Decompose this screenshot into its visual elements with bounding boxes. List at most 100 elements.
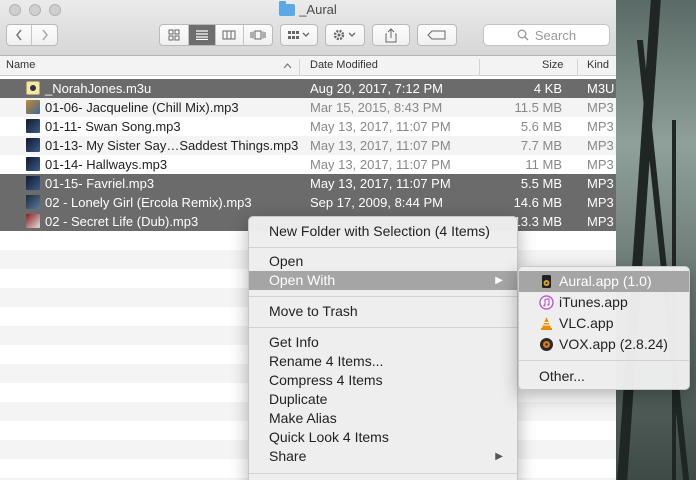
app-label: Aural.app (1.0) (559, 273, 652, 289)
menu-separator (249, 247, 517, 248)
file-date: May 13, 2017, 11:07 PM (310, 119, 451, 134)
open-with-itunes[interactable]: iTunes.app (519, 292, 689, 313)
file-row-norahjones[interactable]: _NorahJones.m3u Aug 20, 2017, 7:12 PM 4 … (0, 79, 616, 98)
column-size[interactable]: Size (542, 59, 563, 71)
share-icon (385, 27, 397, 42)
action-button[interactable] (325, 24, 365, 46)
file-size: 7.7 MB (520, 138, 562, 153)
aural-app-icon (542, 275, 551, 288)
file-date: May 13, 2017, 11:07 PM (310, 176, 451, 191)
icon-view-button[interactable] (160, 25, 189, 45)
app-label: VOX.app (2.8.24) (559, 336, 668, 352)
menu-item-get-info[interactable]: Get Info (249, 333, 517, 352)
file-size: 13.3 MB (513, 214, 562, 229)
file-size: 5.6 MB (520, 119, 562, 134)
menu-item-compress[interactable]: Compress 4 Items (249, 371, 517, 390)
menu-separator (249, 296, 517, 297)
window-title: _Aural (0, 0, 616, 17)
context-menu: New Folder with Selection (4 Items) Open… (248, 216, 518, 480)
search-icon (517, 29, 529, 41)
menu-item-move-to-trash[interactable]: Move to Trash (249, 302, 517, 321)
menu-item-share[interactable]: Share ▶ (249, 447, 517, 466)
menu-separator (249, 473, 517, 474)
chevron-left-icon (16, 29, 22, 41)
open-with-vox[interactable]: VOX.app (2.8.24) (519, 334, 689, 355)
gear-icon (333, 29, 356, 41)
open-with-other[interactable]: Other... (519, 366, 689, 387)
file-date: May 13, 2017, 11:07 PM (310, 138, 451, 153)
file-row-my-sister-says[interactable]: 01-13- My Sister Say…Saddest Things.mp3 … (0, 136, 616, 155)
file-kind: MP3 (587, 214, 614, 229)
submenu-arrow-icon: ▶ (495, 451, 503, 462)
arrange-icon (288, 31, 310, 39)
window-title-text: _Aural (299, 2, 337, 17)
file-date: May 13, 2017, 11:07 PM (310, 157, 451, 172)
menu-item-open-with[interactable]: Open With ▶ (249, 271, 517, 290)
column-view-icon (222, 30, 236, 40)
folder-icon (279, 0, 296, 16)
file-row-lonely-girl[interactable]: 02 - Lonely Girl (Ercola Remix).mp3 Sep … (0, 193, 616, 212)
tags-button[interactable] (417, 24, 457, 46)
open-with-aural[interactable]: Aural.app (1.0) (519, 271, 689, 292)
column-name[interactable]: Name (6, 59, 35, 71)
nav-buttons (6, 24, 58, 46)
album-art-icon (26, 100, 40, 114)
search-field[interactable]: Search (483, 24, 610, 46)
tag-icon (427, 30, 446, 40)
file-name: 01-11- Swan Song.mp3 (45, 119, 181, 134)
back-button[interactable] (7, 25, 33, 45)
desktop-background (612, 0, 696, 480)
itunes-app-icon (539, 295, 554, 310)
column-date[interactable]: Date Modified (310, 59, 378, 71)
share-button[interactable] (372, 24, 410, 46)
file-kind: MP3 (587, 195, 614, 210)
file-name: 01-15- Favriel.mp3 (45, 176, 155, 191)
file-date: Sep 17, 2009, 8:44 PM (310, 195, 443, 210)
view-switcher (159, 24, 273, 46)
forward-button[interactable] (32, 25, 57, 45)
submenu-arrow-icon: ▶ (495, 275, 503, 286)
open-with-vlc[interactable]: VLC.app (519, 313, 689, 334)
menu-item-quick-look[interactable]: Quick Look 4 Items (249, 428, 517, 447)
cover-flow-button[interactable] (244, 25, 272, 45)
album-art-icon (26, 195, 40, 209)
menu-separator (519, 360, 689, 361)
file-row-swan-song[interactable]: 01-11- Swan Song.mp3 May 13, 2017, 11:07… (0, 117, 616, 136)
menu-item-make-alias[interactable]: Make Alias (249, 409, 517, 428)
menu-item-open-with-label: Open With (269, 272, 336, 288)
arrange-button[interactable] (280, 24, 318, 46)
file-size: 11.5 MB (514, 100, 562, 115)
file-kind: MP3 (587, 138, 614, 153)
sort-chevron-icon (283, 63, 292, 69)
file-size: 5.5 MB (520, 176, 562, 191)
column-divider (299, 59, 300, 75)
column-divider (577, 59, 578, 75)
menu-item-duplicate[interactable]: Duplicate (249, 390, 517, 409)
file-kind: MP3 (587, 157, 614, 172)
file-name: 01-14- Hallways.mp3 (45, 157, 168, 172)
file-row-jacqueline[interactable]: 01-06- Jacqueline (Chill Mix).mp3 Mar 15… (0, 98, 616, 117)
list-view-icon (195, 30, 208, 40)
column-view-button[interactable] (216, 25, 244, 45)
file-row-favriel[interactable]: 01-15- Favriel.mp3 May 13, 2017, 11:07 P… (0, 174, 616, 193)
menu-item-new-folder-with-selection[interactable]: New Folder with Selection (4 Items) (249, 222, 517, 241)
menu-item-open[interactable]: Open (249, 252, 517, 271)
file-kind: M3U (587, 81, 615, 96)
album-art-icon (26, 138, 40, 152)
open-with-submenu: Aural.app (1.0) iTunes.app VLC.app VOX.a… (518, 266, 690, 390)
column-kind[interactable]: Kind (587, 59, 609, 71)
playlist-file-icon (26, 81, 40, 95)
list-view-button[interactable] (188, 25, 217, 45)
file-size: 11 MB (525, 157, 562, 172)
file-row-hallways[interactable]: 01-14- Hallways.mp3 May 13, 2017, 11:07 … (0, 155, 616, 174)
file-kind: MP3 (587, 176, 614, 191)
vox-app-icon (540, 338, 553, 351)
menu-item-rename[interactable]: Rename 4 Items... (249, 352, 517, 371)
file-name: 02 - Secret Life (Dub).mp3 (45, 214, 199, 229)
file-name: 01-06- Jacqueline (Chill Mix).mp3 (45, 100, 239, 115)
chevron-right-icon (41, 29, 48, 41)
file-kind: MP3 (587, 119, 614, 134)
file-list: _NorahJones.m3u Aug 20, 2017, 7:12 PM 4 … (0, 79, 616, 231)
album-art-icon (26, 119, 40, 133)
album-art-icon (26, 176, 40, 190)
